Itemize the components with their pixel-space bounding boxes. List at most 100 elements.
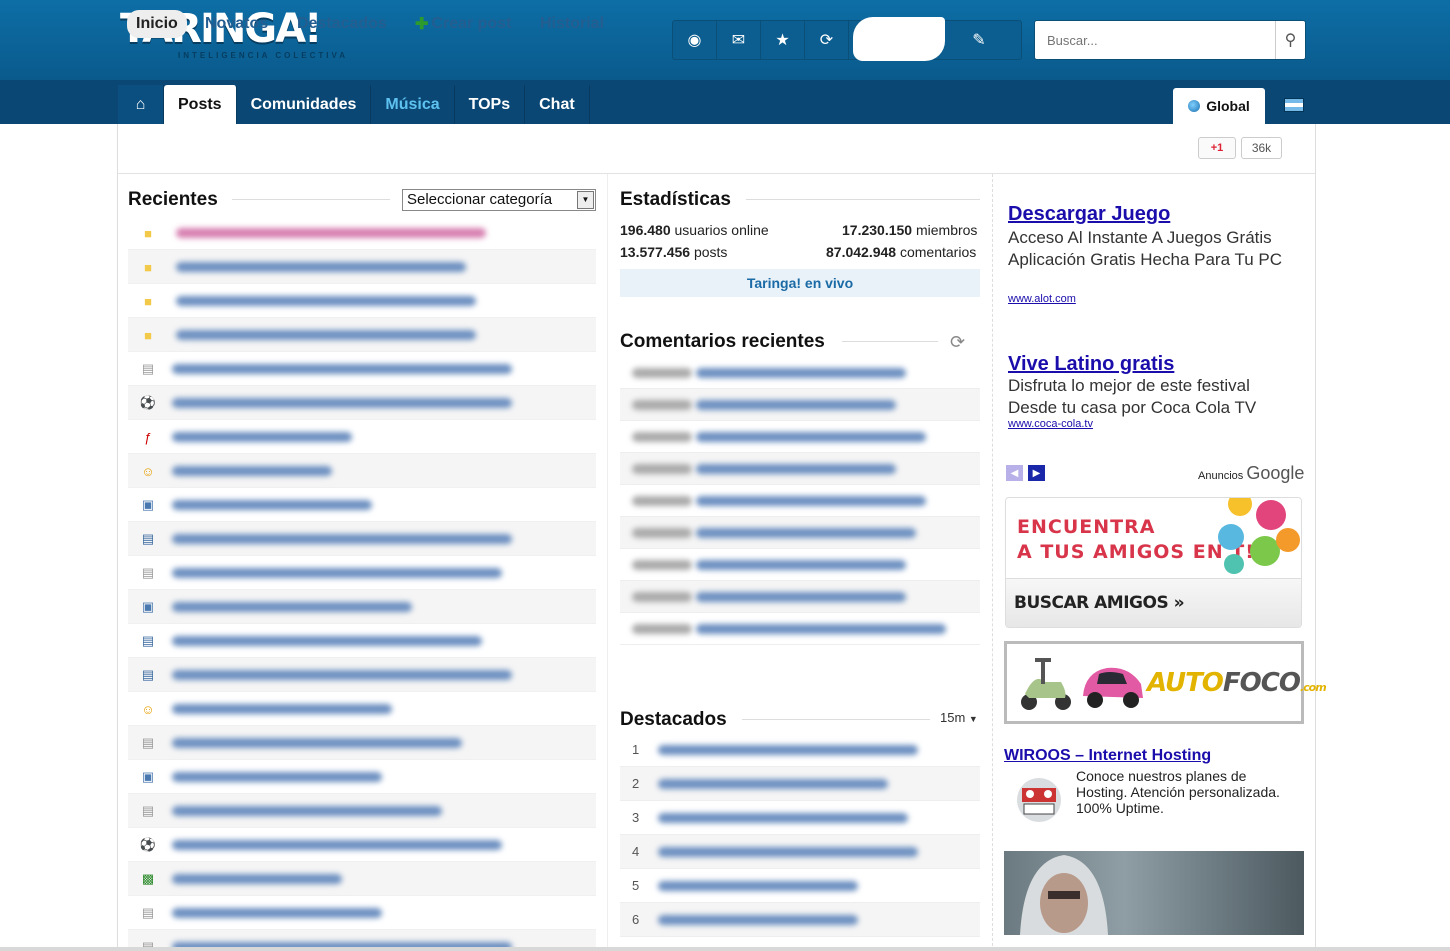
ad-vive-latino-title[interactable]: Vive Latino gratis	[1008, 353, 1174, 376]
destacados-period-dropdown[interactable]: 15m ▼	[940, 710, 978, 725]
post-row[interactable]: ▩	[128, 862, 596, 896]
subnav-destacados[interactable]: Destacados	[297, 10, 387, 38]
destacado-row[interactable]: 4	[620, 835, 980, 869]
post-row[interactable]: ▤	[128, 522, 596, 556]
edit-icon[interactable]: ✎	[957, 21, 1001, 59]
image-icon: ▣	[141, 599, 155, 614]
ad-descargar-juego-url[interactable]: www.alot.com	[1008, 293, 1076, 305]
decor-circle	[1218, 524, 1244, 550]
destacado-row[interactable]: 1	[620, 733, 980, 767]
blurred-post-title	[172, 704, 392, 714]
comment-row[interactable]	[620, 485, 980, 517]
refresh-icon[interactable]: ⟳	[805, 21, 849, 59]
document-icon: ▤	[141, 361, 155, 376]
post-row[interactable]: ▤	[128, 658, 596, 692]
post-row[interactable]: ⚽	[128, 828, 596, 862]
blurred-comment-user	[632, 400, 692, 410]
smiley-icon: ☺	[141, 701, 155, 717]
post-row[interactable]: ▤	[128, 794, 596, 828]
subnav-novatos[interactable]: Novatos	[205, 10, 268, 38]
artist-photo[interactable]	[1004, 851, 1304, 935]
category-select-value: Seleccionar categoría	[407, 191, 553, 208]
post-row[interactable]: ▤	[128, 726, 596, 760]
comment-row[interactable]	[620, 613, 980, 645]
tab-musica[interactable]: Música	[371, 85, 455, 124]
category-select[interactable]: Seleccionar categoría ▼	[402, 189, 596, 211]
search-icon[interactable]: ⚲	[1275, 21, 1305, 59]
post-row[interactable]: ▤	[128, 624, 596, 658]
ad-prev-icon[interactable]: ◀	[1006, 465, 1023, 481]
post-row[interactable]: ▤	[128, 896, 596, 930]
post-row[interactable]: ■	[128, 318, 596, 352]
autofoco-banner[interactable]: AUTOFOCO.com	[1004, 641, 1327, 724]
favorites-star-icon[interactable]: ★	[761, 21, 805, 59]
home-icon[interactable]: ⌂	[118, 85, 164, 124]
destacado-row[interactable]: 2	[620, 767, 980, 801]
subnav-inicio[interactable]: Inicio	[127, 10, 187, 38]
destacado-row[interactable]: 3	[620, 801, 980, 835]
ad-vive-latino-url[interactable]: www.coca-cola.tv	[1008, 418, 1093, 430]
blurred-post-title	[176, 228, 486, 238]
post-row[interactable]: ■	[128, 216, 596, 250]
post-row[interactable]: ▣	[128, 488, 596, 522]
banner-top: ENCUENTRA A TUS AMIGOS EN T!	[1006, 498, 1301, 578]
sub-navbar	[117, 124, 1316, 174]
anuncios-google-label[interactable]: Anuncios Google	[1198, 463, 1304, 484]
comment-row[interactable]	[620, 357, 980, 389]
post-row[interactable]: ■	[128, 250, 596, 284]
argentina-flag-icon[interactable]	[1284, 98, 1304, 112]
subnav-historial[interactable]: Historial	[540, 10, 604, 38]
blurred-comment-title	[696, 464, 896, 474]
post-row[interactable]: ▤	[128, 556, 596, 590]
search-input[interactable]	[1039, 25, 1275, 55]
destacado-rank: 3	[632, 810, 640, 825]
google-plus-one-button[interactable]: +1	[1198, 137, 1236, 159]
destacado-rank: 2	[632, 776, 640, 791]
buscar-amigos-banner[interactable]: ENCUENTRA A TUS AMIGOS EN T! BUSCAR AMIG…	[1005, 497, 1302, 628]
user-avatar-button[interactable]	[849, 17, 957, 61]
comment-row[interactable]	[620, 421, 980, 453]
comment-row[interactable]	[620, 549, 980, 581]
post-row[interactable]: ƒ	[128, 420, 596, 454]
comment-row[interactable]	[620, 517, 980, 549]
post-row[interactable]: ▣	[128, 760, 596, 794]
blurred-comment-title	[696, 528, 916, 538]
ad-descargar-juego-title[interactable]: Descargar Juego	[1008, 203, 1170, 226]
destacado-row[interactable]: 6	[620, 903, 980, 937]
refresh-comments-icon[interactable]: ⟳	[950, 332, 965, 353]
document-icon: ▤	[141, 803, 155, 818]
book-icon: ▤	[141, 667, 155, 682]
post-row[interactable]: ▤	[128, 352, 596, 386]
tab-tops[interactable]: TOPs	[455, 85, 526, 124]
blurred-comment-title	[696, 560, 906, 570]
wiroos-ad-text: Conoce nuestros planes de Hosting. Atenc…	[1076, 768, 1280, 816]
monitor-eye-icon[interactable]: ◉	[673, 21, 717, 59]
tab-comunidades[interactable]: Comunidades	[237, 85, 372, 124]
blurred-post-title	[172, 908, 382, 918]
post-row[interactable]: ▣	[128, 590, 596, 624]
column-divider	[607, 174, 608, 951]
blurred-post-title	[172, 500, 372, 510]
wiroos-ad-title[interactable]: WIROOS – Internet Hosting	[1004, 747, 1211, 765]
taringa-en-vivo-link[interactable]: Taringa! en vivo	[620, 269, 980, 297]
recientes-title: Recientes	[128, 189, 218, 210]
mail-icon[interactable]: ✉	[717, 21, 761, 59]
globe-icon	[1188, 100, 1201, 112]
post-row[interactable]: ☺	[128, 692, 596, 726]
smiley-icon: ☺	[141, 463, 155, 479]
destacado-row[interactable]: 5	[620, 869, 980, 903]
global-button[interactable]: Global	[1173, 88, 1265, 124]
wiroos-robot-image	[1017, 778, 1061, 822]
comment-row[interactable]	[620, 453, 980, 485]
post-row[interactable]: ☺	[128, 454, 596, 488]
blurred-destacado-title	[658, 915, 858, 925]
tab-posts[interactable]: Posts	[164, 85, 237, 124]
post-row[interactable]: ■	[128, 284, 596, 318]
subnav-crear-post[interactable]: ✚ Crear post	[415, 10, 511, 38]
comment-row[interactable]	[620, 389, 980, 421]
tab-chat[interactable]: Chat	[525, 85, 590, 124]
decor-circle	[1224, 554, 1244, 574]
post-row[interactable]: ⚽	[128, 386, 596, 420]
comment-row[interactable]	[620, 581, 980, 613]
ad-next-icon[interactable]: ▶	[1028, 465, 1045, 481]
